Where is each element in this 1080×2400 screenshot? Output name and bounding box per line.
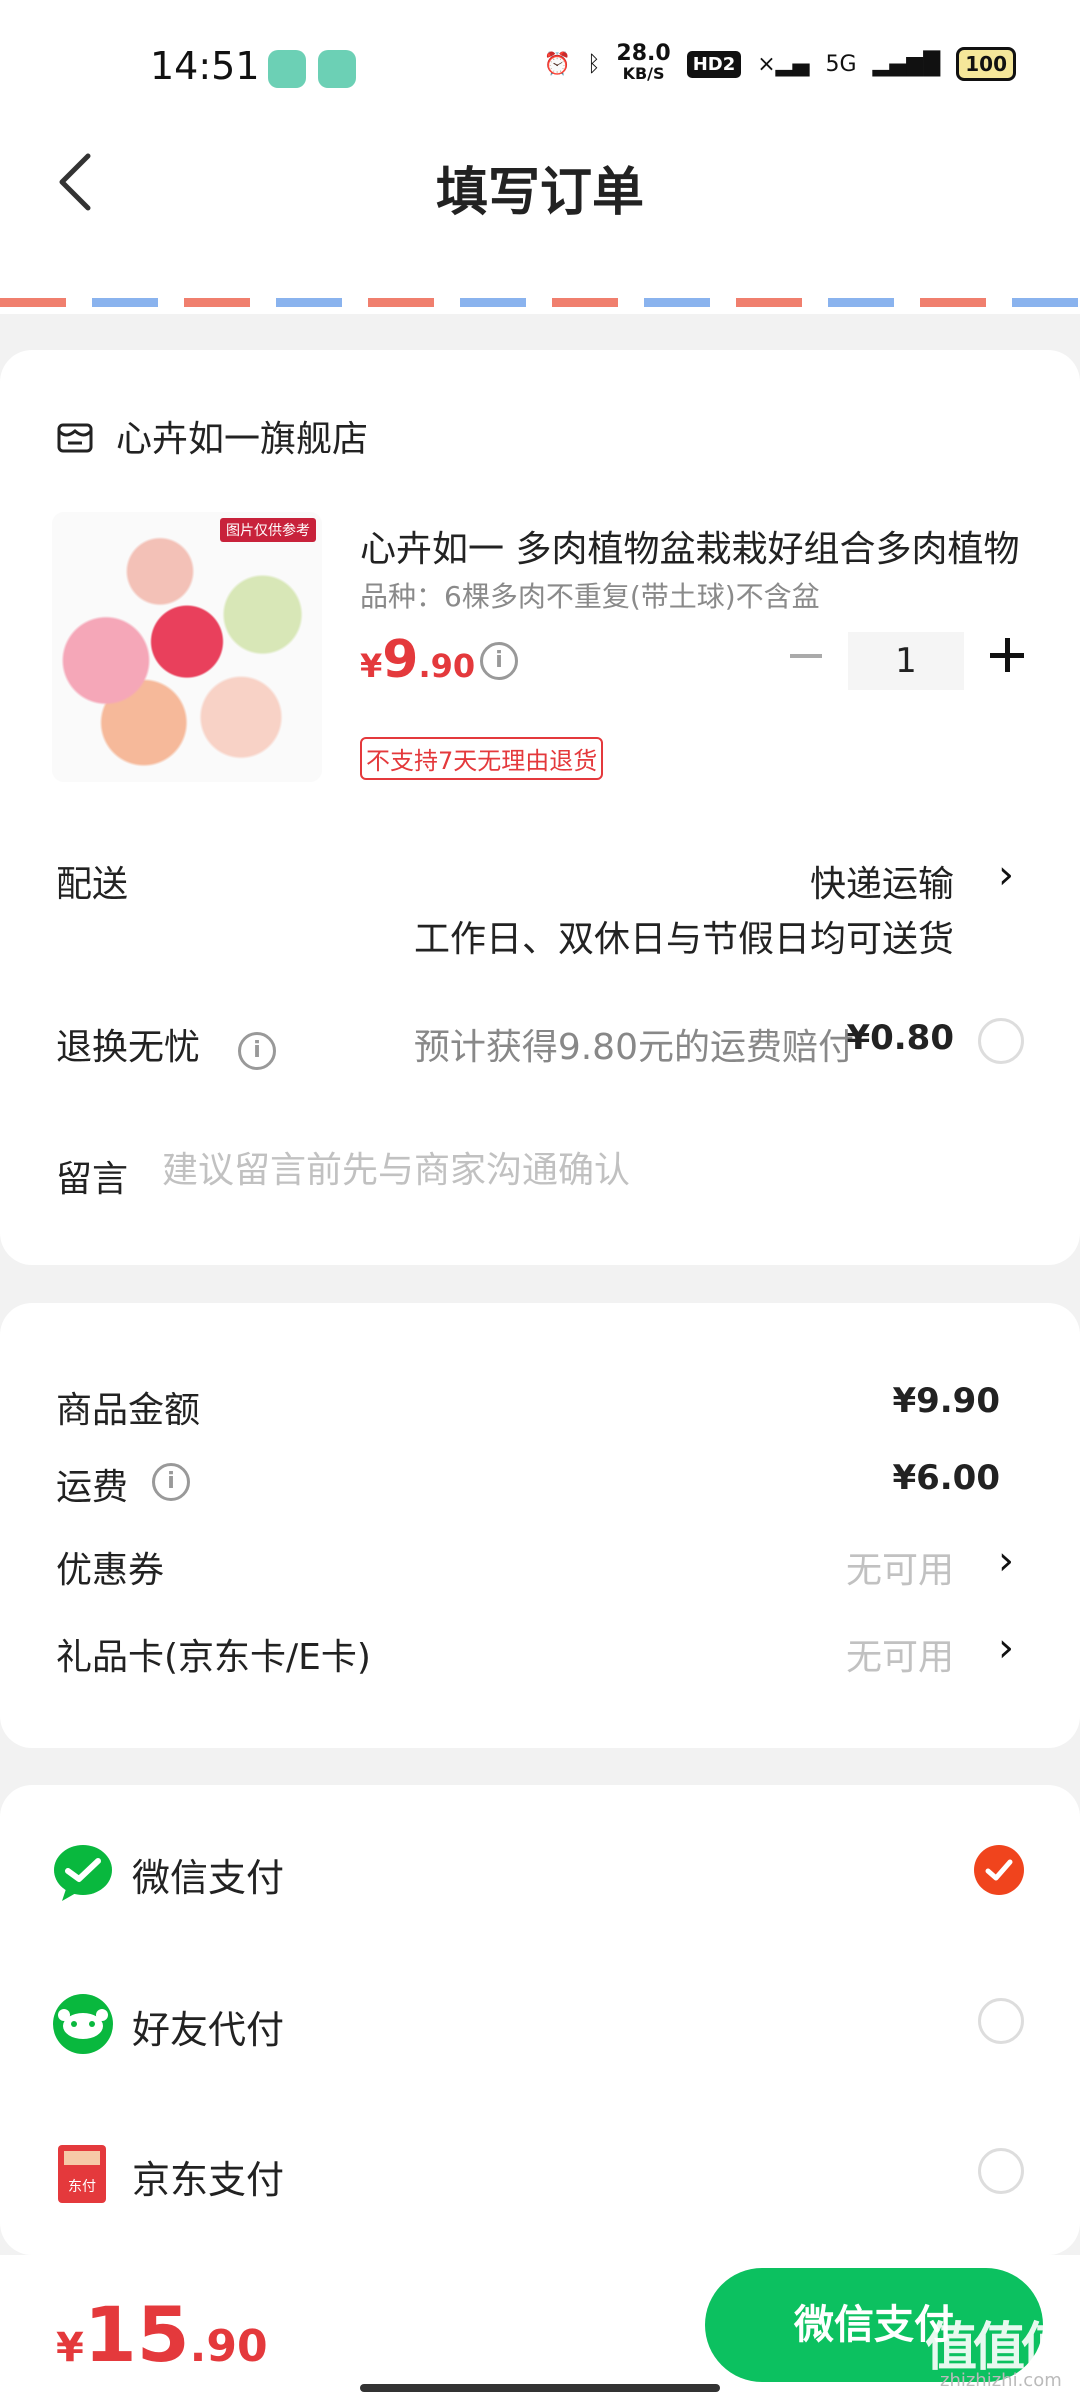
wechat-pay-icon (54, 1845, 112, 1901)
price-summary-card: 商品金额 ¥9.90 运费 i ¥6.00 优惠券 无可用 › 礼品卡(京东卡/… (0, 1303, 1080, 1748)
total-integer: 15 (83, 2290, 190, 2379)
return-policy-tag: 不支持7天无理由退货 (360, 737, 604, 780)
airmail-stripes (0, 298, 1080, 307)
jd-pay-icon: 东付 (58, 2145, 106, 2203)
price-integer: 9 (382, 630, 419, 690)
order-item-card: 心卉如一旗舰店 图片仅供参考 心卉如一 多肉植物盆栽栽好组合多肉植物 品种：6棵… (0, 350, 1080, 1265)
signal-icon: ×▂▄ (757, 51, 810, 77)
address-divider (0, 290, 1080, 314)
battery-icon: 100 (956, 47, 1016, 81)
watermark-url: zhizhizhi.com (940, 2370, 1062, 2391)
price-info-icon[interactable]: i (480, 642, 518, 680)
shipping-label: 配送 (56, 864, 129, 905)
payment-option-label[interactable]: 好友代付 (132, 1999, 284, 2054)
total-currency: ¥ (56, 2325, 84, 2371)
watermark-logo: 值值值 (925, 2318, 1073, 2378)
gift-card-value[interactable]: 无可用 (846, 1628, 954, 1680)
payment-option-label[interactable]: 微信支付 (132, 1847, 284, 1902)
net-speed-value: 28.0 (616, 41, 671, 66)
home-indicator[interactable] (360, 2384, 720, 2392)
gift-card-label[interactable]: 礼品卡(京东卡/E卡) (56, 1628, 371, 1680)
coupon-value[interactable]: 无可用 (846, 1541, 954, 1593)
total-decimal: .90 (189, 2321, 268, 2372)
payment-radio[interactable] (978, 1998, 1024, 2044)
shipping-fee-label: 运费 (56, 1467, 129, 1508)
price-decimal: .90 (418, 647, 476, 685)
store-icon (57, 423, 93, 453)
delivery-note: 工作日、双休日与节假日均可送货 (413, 919, 954, 960)
return-worry-description: 预计获得9.80元的运费赔付 (413, 1027, 854, 1068)
shipping-fee-value: ¥6.00 (892, 1458, 1000, 1498)
product-variant[interactable]: 品种：6棵多肉不重复(带土球)不含盆 (360, 575, 820, 615)
payment-option-label[interactable]: 京东支付 (132, 2149, 284, 2204)
shipping-fee-info-icon[interactable]: i (152, 1463, 190, 1501)
status-time: 14:51 (150, 44, 260, 88)
check-icon (985, 1859, 1013, 1881)
total-price: ¥15.90 (56, 2290, 268, 2379)
price-currency: ¥ (360, 647, 383, 685)
return-worry-radio[interactable] (978, 1018, 1024, 1064)
image-badge: 图片仅供参考 (220, 518, 316, 542)
goods-amount-label: 商品金额 (56, 1390, 201, 1431)
quantity-input[interactable]: 1 (848, 632, 964, 690)
net-speed-unit: KB/S (622, 64, 665, 83)
coupon-label[interactable]: 优惠券 (56, 1541, 164, 1593)
store-name: 心卉如一旗舰店 (116, 419, 369, 460)
note-input[interactable] (162, 1150, 942, 1191)
signal-strength-icon: ▂▄▆█ (872, 51, 941, 77)
return-worry-info-icon[interactable]: i (238, 1032, 276, 1070)
return-worry-label: 退换无忧 (56, 1027, 201, 1068)
goods-amount-value: ¥9.90 (892, 1381, 1000, 1421)
alarm-icon: ⏰ (543, 51, 572, 77)
return-worry-price: ¥0.80 (846, 1018, 954, 1058)
product-title[interactable]: 心卉如一 多肉植物盆栽栽好组合多肉植物 (360, 520, 1020, 572)
hd-badge: HD2 (686, 50, 742, 78)
payment-method-card: 微信支付 好友代付 东付 京东支付 (0, 1785, 1080, 2255)
product-image[interactable]: 图片仅供参考 (52, 512, 322, 782)
network-type: 5G (825, 51, 857, 77)
store-row[interactable]: 心卉如一旗舰店 (56, 410, 368, 462)
note-label: 留言 (56, 1159, 129, 1200)
quantity-decrease-button[interactable] (790, 654, 822, 658)
friend-pay-icon (53, 1994, 113, 2054)
shipping-chevron-icon[interactable]: › (998, 852, 1014, 898)
page-title: 填写订单 (435, 163, 644, 223)
app-notification-icon (318, 50, 356, 88)
net-speed: 28.0 KB/S (616, 41, 671, 84)
jd-pay-icon-text: 东付 (68, 2179, 96, 2195)
bluetooth-icon: ᛒ (587, 51, 601, 77)
payment-radio[interactable] (978, 2148, 1024, 2194)
product-price: ¥9.90 (360, 630, 475, 690)
app-notification-icon (268, 50, 306, 88)
status-icons: ⏰ ᛒ 28.0 KB/S HD2 ×▂▄ 5G ▂▄▆█ 100 (543, 41, 1016, 84)
shipping-method[interactable]: 快递运输 (810, 855, 954, 907)
payment-selected-check-icon[interactable] (974, 1845, 1024, 1895)
coupon-chevron-icon[interactable]: › (998, 1538, 1014, 1584)
gift-card-chevron-icon[interactable]: › (998, 1625, 1014, 1671)
quantity-increase-button[interactable] (990, 638, 1024, 672)
